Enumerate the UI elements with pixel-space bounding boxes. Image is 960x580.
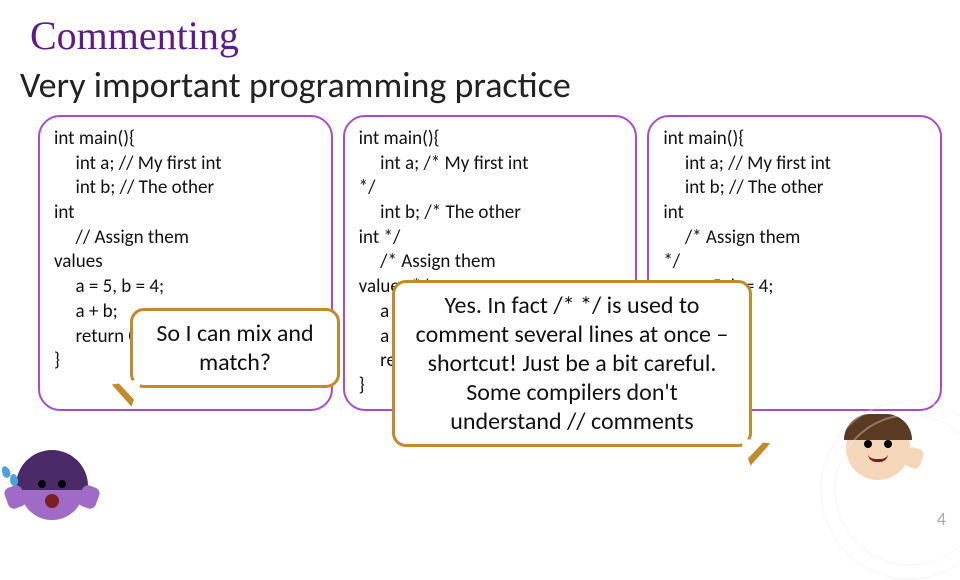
speech-bubble-left: So I can mix and match? bbox=[130, 308, 340, 388]
slide-title: Commenting bbox=[0, 0, 960, 59]
slide-subtitle: Very important programming practice bbox=[0, 59, 960, 107]
avatar-left bbox=[20, 456, 84, 520]
speech-bubble-right: Yes. In fact /* */ is used to comment se… bbox=[392, 280, 752, 447]
page-number: 4 bbox=[937, 508, 946, 530]
worried-face-icon bbox=[20, 456, 84, 520]
watermark-seal-icon bbox=[820, 400, 960, 580]
